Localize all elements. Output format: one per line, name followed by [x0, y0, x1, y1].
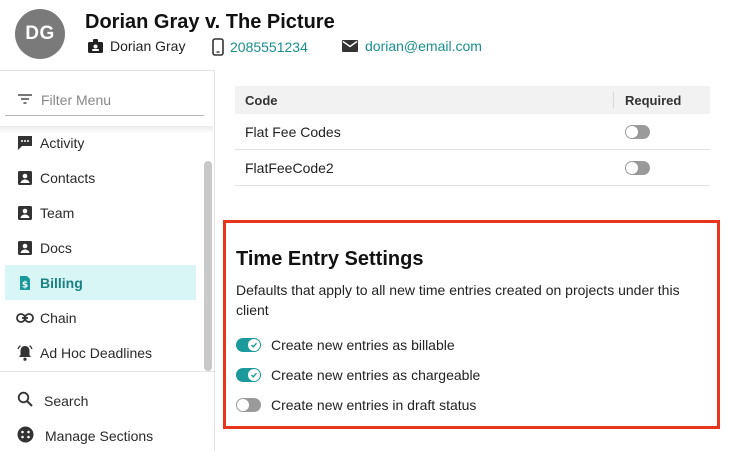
- filter-menu-input[interactable]: Filter Menu: [5, 84, 204, 116]
- chat-icon: [16, 134, 34, 152]
- code-cell: FlatFeeCode2: [245, 160, 334, 176]
- toggle-knob: [237, 399, 249, 411]
- toggle-knob: [248, 369, 260, 381]
- avatar-initials: DG: [25, 23, 55, 44]
- sidebar-item-billing[interactable]: $ Billing: [5, 265, 196, 300]
- svg-text:$: $: [22, 280, 28, 290]
- contact-card-icon: [16, 169, 34, 187]
- sidebar-item-label: Ad Hoc Deadlines: [40, 344, 153, 361]
- page-title: Dorian Gray v. The Picture: [85, 11, 335, 33]
- sidebar-item-chain[interactable]: Chain: [5, 300, 196, 335]
- sidebar-item-contacts[interactable]: Contacts: [5, 160, 196, 195]
- contact-card-icon: [16, 204, 34, 222]
- required-toggle[interactable]: [625, 125, 650, 139]
- sidebar-item-team[interactable]: Team: [5, 195, 196, 230]
- sidebar-item-label: Contacts: [40, 169, 96, 186]
- code-cell: Flat Fee Codes: [245, 124, 341, 140]
- section-description: Defaults that apply to all new time entr…: [236, 282, 680, 318]
- id-badge-icon: [87, 38, 104, 54]
- sidebar-item-label: Billing: [40, 274, 83, 291]
- required-toggle[interactable]: [625, 161, 650, 175]
- setting-billable: Create new entries as billable: [236, 337, 455, 353]
- sidebar-manage-sections-label: Manage Sections: [45, 428, 154, 444]
- sidebar-item-docs[interactable]: Docs: [5, 230, 196, 265]
- link-icon: [16, 309, 34, 327]
- bell-icon: [16, 344, 34, 362]
- sidebar-search-label: Search: [44, 392, 89, 409]
- filter-placeholder: Filter Menu: [41, 91, 112, 108]
- sidebar: Filter Menu Activity Contacts Team Docs …: [0, 70, 215, 451]
- search-icon: [17, 391, 33, 410]
- contact-card-icon: [16, 239, 34, 257]
- setting-chargeable: Create new entries as chargeable: [236, 367, 480, 383]
- contact-phone[interactable]: 2085551234: [212, 38, 308, 56]
- sidebar-item-label: Docs: [40, 239, 72, 256]
- sidebar-manage-sections[interactable]: Manage Sections: [17, 426, 153, 446]
- billable-toggle[interactable]: [236, 338, 261, 352]
- sidebar-divider: [0, 371, 214, 372]
- email-link[interactable]: dorian@email.com: [365, 38, 482, 54]
- toggle-knob: [248, 339, 260, 351]
- avatar: DG: [15, 9, 65, 59]
- sidebar-scrollbar[interactable]: [204, 161, 212, 371]
- dollar-icon: $: [16, 274, 34, 292]
- setting-label: Create new entries in draft status: [271, 397, 477, 413]
- section-title: Time Entry Settings: [236, 248, 424, 270]
- sidebar-search[interactable]: Search: [17, 391, 88, 410]
- setting-label: Create new entries as billable: [271, 337, 455, 353]
- sidebar-item-label: Team: [40, 204, 75, 221]
- table-row: FlatFeeCode2: [235, 150, 710, 186]
- filter-icon: [17, 92, 33, 108]
- sidebar-item-ad-hoc-deadlines[interactable]: Ad Hoc Deadlines: [5, 335, 196, 370]
- setting-label: Create new entries as chargeable: [271, 367, 481, 383]
- codes-table: Code Required Flat Fee Codes FlatFeeCode…: [235, 86, 710, 186]
- sidebar-item-label: Chain: [40, 309, 77, 326]
- check-icon: [251, 342, 258, 348]
- toggle-knob: [626, 162, 638, 174]
- contact-name-text: Dorian Gray: [110, 38, 186, 54]
- grid-dots-icon: [17, 426, 34, 446]
- phone-link[interactable]: 2085551234: [230, 39, 308, 55]
- setting-draft-status: Create new entries in draft status: [236, 397, 476, 413]
- sidebar-item-activity[interactable]: Activity: [5, 125, 196, 160]
- time-entry-settings-panel: Time Entry Settings Defaults that apply …: [223, 220, 720, 429]
- check-icon: [251, 372, 258, 378]
- column-header-code[interactable]: Code: [245, 93, 278, 108]
- draft-status-toggle[interactable]: [236, 398, 261, 412]
- phone-icon: [212, 38, 224, 56]
- contact-email[interactable]: dorian@email.com: [341, 38, 482, 54]
- table-row: Flat Fee Codes: [235, 114, 710, 150]
- chargeable-toggle[interactable]: [236, 368, 261, 382]
- column-separator: [613, 92, 614, 108]
- client-header: DG Dorian Gray v. The Picture Dorian Gra…: [0, 0, 733, 70]
- table-header: Code Required: [235, 86, 710, 114]
- mail-icon: [341, 39, 359, 53]
- sidebar-item-label: Activity: [40, 134, 85, 151]
- toggle-knob: [626, 126, 638, 138]
- column-header-required[interactable]: Required: [625, 93, 681, 108]
- contact-name: Dorian Gray: [87, 38, 185, 54]
